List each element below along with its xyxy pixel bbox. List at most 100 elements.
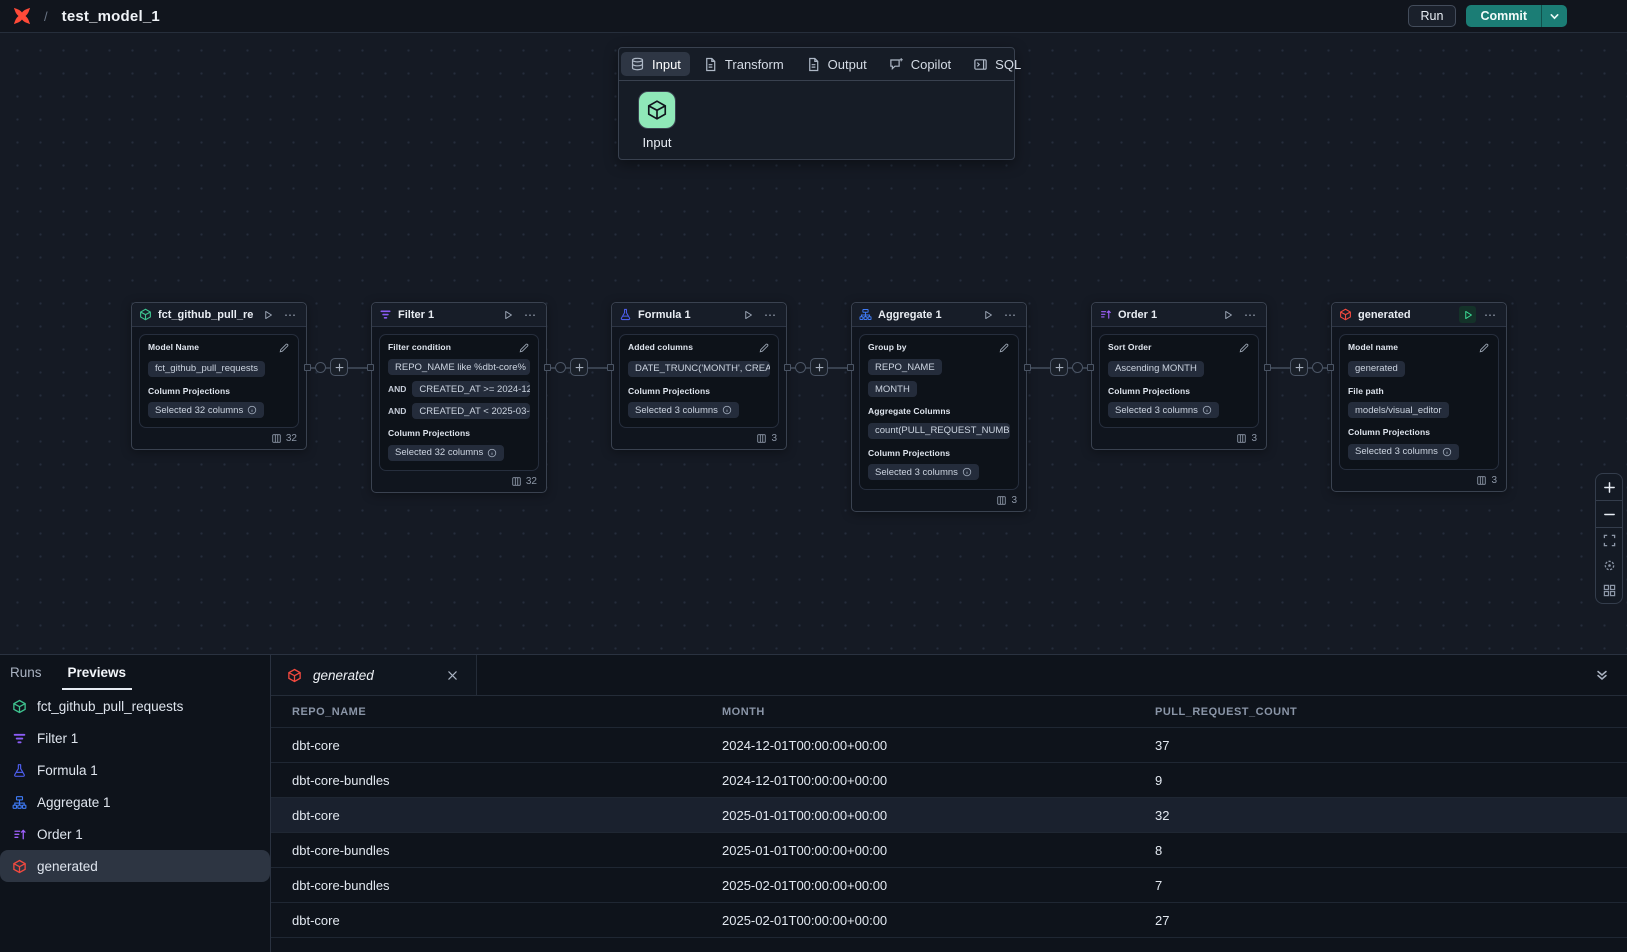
- palette-input-label: Input: [643, 135, 672, 150]
- collapse-panel-icon[interactable]: [1593, 666, 1611, 684]
- node-header[interactable]: fct_github_pull_requests ⋯: [132, 303, 306, 327]
- node-menu-button[interactable]: ⋯: [282, 306, 299, 323]
- edge-handle[interactable]: [795, 362, 806, 373]
- tab-sql[interactable]: SQL: [962, 48, 1032, 80]
- tab-runs[interactable]: Runs: [10, 655, 42, 690]
- input-port[interactable]: [607, 364, 614, 371]
- node-play-button[interactable]: [499, 306, 516, 323]
- locate-target-icon[interactable]: [1596, 553, 1622, 578]
- commit-button[interactable]: Commit: [1466, 5, 1541, 27]
- node-generated[interactable]: generated ⋯ Model name generated File pa…: [1331, 302, 1507, 492]
- tab-previews[interactable]: Previews: [68, 655, 127, 690]
- edit-pencil-icon[interactable]: [1478, 342, 1490, 354]
- field-label: File path: [1348, 386, 1384, 396]
- input-port[interactable]: [1087, 364, 1094, 371]
- edit-pencil-icon[interactable]: [278, 342, 290, 354]
- sidebar-item-formula-1[interactable]: Formula 1: [0, 754, 270, 786]
- node-menu-button[interactable]: ⋯: [762, 306, 779, 323]
- output-port[interactable]: [1024, 364, 1031, 371]
- node-filter-1[interactable]: Filter 1 ⋯ Filter condition REPO_NAME li…: [371, 302, 547, 493]
- sidebar-item-order-1[interactable]: Order 1: [0, 818, 270, 850]
- node-play-button[interactable]: [739, 306, 756, 323]
- edge-source-filter: [307, 351, 371, 385]
- info-icon: [1442, 447, 1452, 457]
- columns-icon: [756, 433, 767, 444]
- palette-input-node[interactable]: Input: [633, 91, 681, 150]
- node-config-card: Group by REPO_NAME MONTH Aggregate Colum…: [859, 334, 1019, 490]
- edge-handle[interactable]: [555, 362, 566, 373]
- run-button[interactable]: Run: [1408, 5, 1457, 27]
- filter-condition-chip: CREATED_AT >= 2024-12-01: [412, 381, 530, 397]
- output-port[interactable]: [784, 364, 791, 371]
- page-title: test_model_1: [62, 8, 160, 25]
- node-menu-button[interactable]: ⋯: [1482, 306, 1499, 323]
- add-node-button[interactable]: [1050, 358, 1068, 376]
- fit-view-icon[interactable]: [1596, 528, 1622, 553]
- field-label: Filter condition: [388, 342, 451, 352]
- output-port[interactable]: [544, 364, 551, 371]
- edge-handle[interactable]: [1312, 362, 1323, 373]
- preview-tab-generated[interactable]: generated: [271, 655, 477, 695]
- sidebar-item-filter-1[interactable]: Filter 1: [0, 722, 270, 754]
- preview-tab-label: generated: [313, 668, 433, 683]
- layout-grid-icon[interactable]: [1596, 578, 1622, 603]
- row-count: 3: [1251, 433, 1257, 444]
- dag-canvas[interactable]: Input Transform Output: [0, 33, 1627, 654]
- edit-pencil-icon[interactable]: [1238, 342, 1250, 354]
- node-menu-button[interactable]: ⋯: [1242, 306, 1259, 323]
- sitemap-icon: [859, 308, 872, 321]
- add-node-button[interactable]: [570, 358, 588, 376]
- output-port[interactable]: [304, 364, 311, 371]
- add-node-button[interactable]: [1290, 358, 1308, 376]
- node-header[interactable]: Filter 1 ⋯: [372, 303, 546, 327]
- cube-icon: [12, 699, 27, 714]
- node-menu-button[interactable]: ⋯: [1002, 306, 1019, 323]
- tab-input[interactable]: Input: [619, 48, 692, 80]
- node-order-1[interactable]: Order 1 ⋯ Sort Order Ascending MONTH Col…: [1091, 302, 1267, 450]
- commit-dropdown-button[interactable]: [1541, 5, 1567, 27]
- node-aggregate-1[interactable]: Aggregate 1 ⋯ Group by REPO_NAME MONTH A…: [851, 302, 1027, 512]
- cube-icon: [1339, 308, 1352, 321]
- edit-pencil-icon[interactable]: [758, 342, 770, 354]
- add-node-button[interactable]: [330, 358, 348, 376]
- node-header[interactable]: Aggregate 1 ⋯: [852, 303, 1026, 327]
- column-projections-chip: Selected 3 columns: [868, 464, 979, 480]
- sidebar-item-label: Formula 1: [37, 763, 98, 778]
- sidebar-item-label: generated: [37, 859, 98, 874]
- tab-transform[interactable]: Transform: [692, 48, 795, 80]
- zoom-in-button[interactable]: [1596, 474, 1622, 500]
- edit-pencil-icon[interactable]: [518, 342, 530, 354]
- node-menu-button[interactable]: ⋯: [522, 306, 539, 323]
- input-port[interactable]: [847, 364, 854, 371]
- sidebar-item-aggregate-1[interactable]: Aggregate 1: [0, 786, 270, 818]
- node-play-button[interactable]: [1219, 306, 1236, 323]
- dbt-logo-icon[interactable]: [12, 6, 32, 26]
- node-header[interactable]: generated ⋯: [1332, 303, 1506, 327]
- preview-table-header: REPO_NAME MONTH PULL_REQUEST_COUNT: [271, 696, 1627, 728]
- node-play-button[interactable]: [979, 306, 996, 323]
- input-port[interactable]: [1327, 364, 1334, 371]
- node-formula-1[interactable]: Formula 1 ⋯ Added columns DATE_TRUNC('MO…: [611, 302, 787, 450]
- node-play-button[interactable]: [259, 306, 276, 323]
- tab-output[interactable]: Output: [795, 48, 878, 80]
- close-icon[interactable]: [444, 667, 460, 683]
- row-count-badge: 3: [1092, 432, 1266, 449]
- edge-handle[interactable]: [315, 362, 326, 373]
- output-port[interactable]: [1264, 364, 1271, 371]
- tab-copilot[interactable]: Copilot: [878, 48, 962, 80]
- node-header[interactable]: Order 1 ⋯: [1092, 303, 1266, 327]
- node-fct-github-pull-requests[interactable]: fct_github_pull_requests ⋯ Model Name fc…: [131, 302, 307, 450]
- edit-pencil-icon[interactable]: [998, 342, 1010, 354]
- row-count: 3: [771, 433, 777, 444]
- cube-icon: [12, 859, 27, 874]
- sidebar-item-fct-github-pull-requests[interactable]: fct_github_pull_requests: [0, 690, 270, 722]
- node-header[interactable]: Formula 1 ⋯: [612, 303, 786, 327]
- node-play-button[interactable]: [1459, 306, 1476, 323]
- input-port[interactable]: [367, 364, 374, 371]
- row-count: 3: [1491, 475, 1497, 486]
- cell-month: 2024-12-01T00:00:00+00:00: [722, 738, 1155, 753]
- zoom-out-button[interactable]: [1596, 501, 1622, 527]
- add-node-button[interactable]: [810, 358, 828, 376]
- sidebar-item-generated[interactable]: generated: [0, 850, 270, 882]
- edge-handle[interactable]: [1072, 362, 1083, 373]
